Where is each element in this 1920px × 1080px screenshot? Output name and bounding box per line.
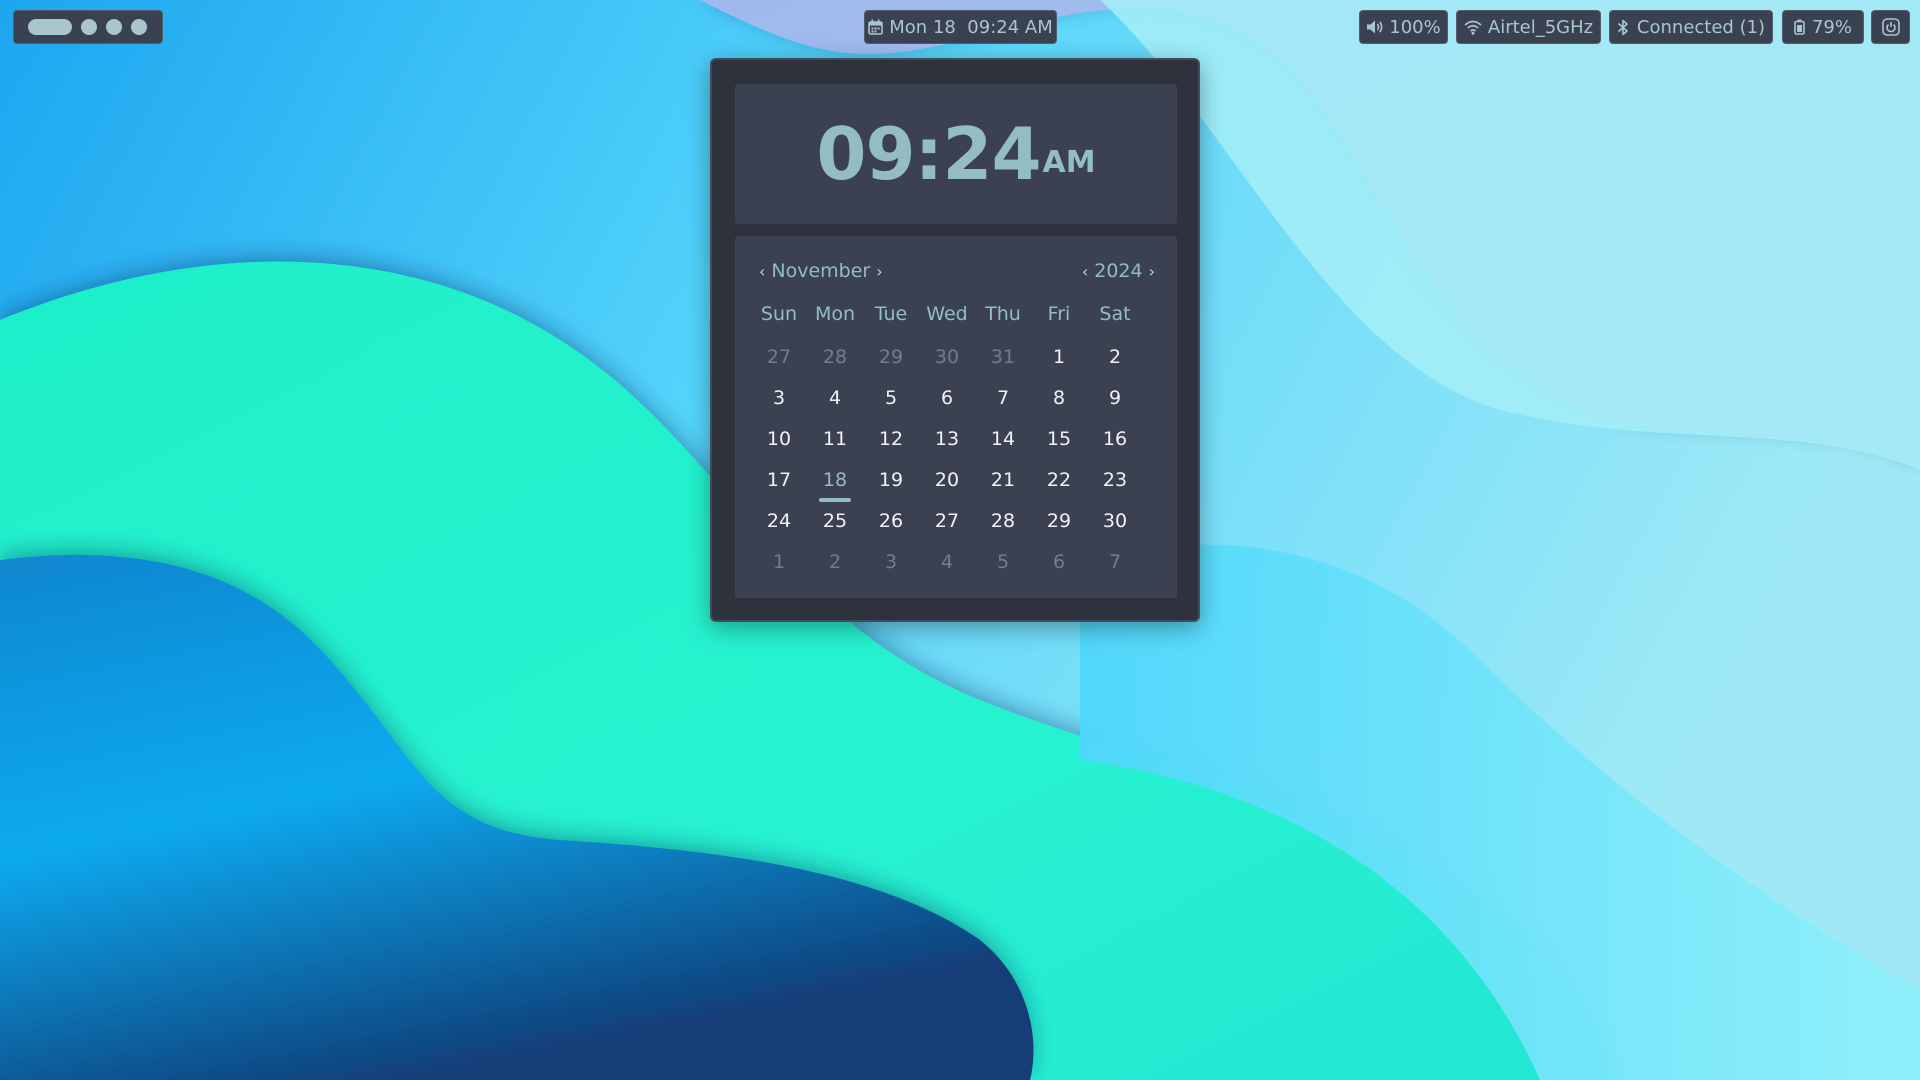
wifi-network-name: Airtel_5GHz	[1487, 16, 1594, 38]
weekday-header: Tue	[874, 303, 908, 325]
calendar-day[interactable]: 3	[751, 381, 807, 422]
calendar-day[interactable]: 11	[807, 422, 863, 463]
weekday-header: Mon	[814, 303, 856, 325]
volume-widget[interactable]: 100%	[1359, 10, 1448, 44]
clock-ampm: AM	[1042, 145, 1096, 180]
calendar-day[interactable]: 1	[1031, 340, 1087, 381]
calendar-day[interactable]: 29	[1031, 504, 1087, 545]
calendar-day[interactable]: 3	[863, 545, 919, 586]
calendar-day[interactable]: 29	[863, 340, 919, 381]
weekday-header: Sun	[760, 303, 798, 325]
calendar-day[interactable]: 5	[975, 545, 1031, 586]
power-icon	[1881, 17, 1901, 37]
prev-month-chevron-icon[interactable]: ‹	[759, 262, 765, 281]
wifi-icon	[1464, 20, 1482, 35]
calendar-card: ‹ November › ‹ 2024 › Sun Mon Tue Wed Thu Fri…	[735, 236, 1177, 598]
calendar-day[interactable]: 17	[751, 463, 807, 504]
calendar-day[interactable]: 24	[751, 504, 807, 545]
calendar-day[interactable]: 1	[751, 545, 807, 586]
calendar-day[interactable]: 7	[975, 381, 1031, 422]
calendar-day[interactable]: 27	[919, 504, 975, 545]
month-navigator: ‹ November ›	[759, 260, 883, 282]
calendar-day[interactable]: 16	[1087, 422, 1143, 463]
calendar-day[interactable]: 27	[751, 340, 807, 381]
calendar-day[interactable]: 21	[975, 463, 1031, 504]
workspace-indicator[interactable]	[131, 19, 147, 35]
calendar-day[interactable]: 31	[975, 340, 1031, 381]
calendar-day[interactable]: 20	[919, 463, 975, 504]
calendar-day[interactable]: 2	[1087, 340, 1143, 381]
calendar-day[interactable]: 10	[751, 422, 807, 463]
calendar-day-today[interactable]: 18	[807, 463, 863, 504]
calendar-day[interactable]: 23	[1087, 463, 1143, 504]
workspace-switcher[interactable]	[13, 10, 163, 44]
calendar-day[interactable]: 13	[919, 422, 975, 463]
bluetooth-icon	[1617, 19, 1629, 36]
clock-card: 09:24 AM	[735, 84, 1177, 224]
calendar-day[interactable]: 15	[1031, 422, 1087, 463]
volume-icon	[1366, 19, 1384, 35]
calendar-day[interactable]: 25	[807, 504, 863, 545]
prev-year-chevron-icon[interactable]: ‹	[1082, 262, 1088, 281]
calendar-day[interactable]: 8	[1031, 381, 1087, 422]
weekday-header: Wed	[926, 303, 968, 325]
workspace-indicator[interactable]	[81, 19, 97, 35]
year-navigator: ‹ 2024 ›	[1082, 260, 1155, 282]
calendar-day[interactable]: 28	[975, 504, 1031, 545]
calendar-day[interactable]: 30	[1087, 504, 1143, 545]
calendar-day[interactable]: 26	[863, 504, 919, 545]
calendar-day[interactable]: 9	[1087, 381, 1143, 422]
calendar-day[interactable]: 22	[1031, 463, 1087, 504]
clock-widget[interactable]: Mon 18 09:24 AM	[864, 10, 1057, 44]
calendar-day[interactable]: 12	[863, 422, 919, 463]
calendar-day[interactable]: 30	[919, 340, 975, 381]
calendar-day[interactable]: 6	[1031, 545, 1087, 586]
calendar-day[interactable]: 7	[1087, 545, 1143, 586]
wifi-widget[interactable]: Airtel_5GHz	[1456, 10, 1601, 44]
battery-icon	[1794, 19, 1805, 35]
next-year-chevron-icon[interactable]: ›	[1149, 262, 1155, 281]
month-label: November	[771, 260, 871, 282]
calendar-popup: 09:24 AM ‹ November › ‹ 2024 › Sun Mon Tue…	[710, 58, 1200, 622]
volume-level: 100%	[1389, 16, 1441, 38]
workspace-active-indicator[interactable]	[28, 19, 72, 35]
year-label: 2024	[1094, 260, 1143, 282]
bluetooth-widget[interactable]: Connected (1)	[1609, 10, 1773, 44]
weekday-header: Fri	[1047, 303, 1071, 325]
calendar-day[interactable]: 4	[919, 545, 975, 586]
workspace-indicator[interactable]	[106, 19, 122, 35]
calendar-day[interactable]: 28	[807, 340, 863, 381]
battery-level: 79%	[1811, 16, 1852, 38]
clock-time: 09:24	[816, 112, 1041, 196]
weekday-header: Thu	[985, 303, 1021, 325]
power-button[interactable]	[1871, 10, 1910, 44]
weekday-header: Sat	[1099, 303, 1131, 325]
calendar-day[interactable]: 4	[807, 381, 863, 422]
calendar-grid: Sun Mon Tue Wed Thu Fri Sat 27 28 29 30 31 1 2 3 4 5 6 7 8 9…	[751, 299, 1161, 586]
bluetooth-status: Connected (1)	[1636, 16, 1766, 38]
calendar-day[interactable]: 6	[919, 381, 975, 422]
battery-widget[interactable]: 79%	[1782, 10, 1864, 44]
calendar-day[interactable]: 19	[863, 463, 919, 504]
clock-text: Mon 18 09:24 AM	[889, 16, 1053, 38]
calendar-icon	[868, 19, 884, 35]
calendar-day[interactable]: 2	[807, 545, 863, 586]
calendar-day[interactable]: 5	[863, 381, 919, 422]
next-month-chevron-icon[interactable]: ›	[876, 262, 882, 281]
calendar-day[interactable]: 14	[975, 422, 1031, 463]
